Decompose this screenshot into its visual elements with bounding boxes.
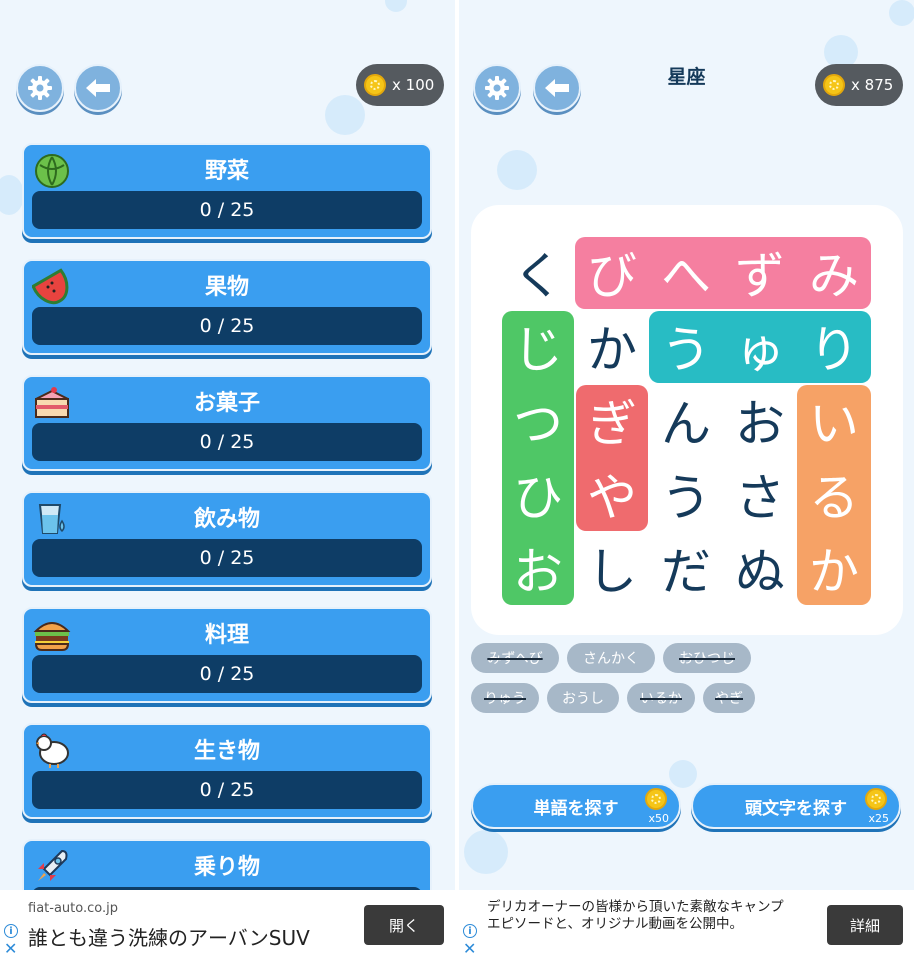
ad-banner-left[interactable]: fiat-auto.co.jp 誰とも違う洗練のアーバンSUV i ✕ 開く — [0, 890, 455, 960]
ad-close-icon[interactable]: ✕ — [4, 939, 17, 958]
find-first-letter-label: 頭文字を探す — [745, 798, 847, 819]
find-word-button[interactable]: 単語を探す x50 — [471, 783, 681, 829]
ad-banner-right[interactable]: デリカオーナーの皆様から頂いた素敵なキャンプエピソードと、オリジナル動画を公開中… — [459, 890, 914, 960]
grid-cell[interactable]: み — [797, 235, 871, 309]
word-chip-found: りゅう — [471, 683, 539, 713]
grid-cell[interactable]: お — [723, 383, 797, 457]
category-progress: 0 / 25 — [32, 539, 422, 577]
grid-cell[interactable]: る — [797, 457, 871, 531]
category-card-dishes[interactable]: 料理 0 / 25 — [22, 607, 432, 703]
category-title: お菓子 — [193, 391, 260, 416]
grid-cell[interactable]: ず — [723, 235, 797, 309]
arrow-left-icon — [86, 79, 110, 97]
background-bubble — [889, 0, 914, 26]
background-bubble — [464, 830, 508, 874]
coin-count: x 100 — [392, 76, 435, 94]
category-card-fruits[interactable]: 果物 0 / 25 — [22, 259, 432, 355]
category-screen: x 100 野菜 0 / 25 果物 0 / 25 お菓子 0 / 25 飲み物… — [0, 0, 455, 890]
category-title: 野菜 — [204, 159, 249, 184]
background-bubble — [669, 760, 697, 788]
coin-icon — [364, 74, 386, 96]
grid-cell[interactable]: じ — [501, 309, 575, 383]
letter-grid[interactable]: く び へ ず み じ か う ゅ り つ ぎ ん お い ひ や う さ る … — [471, 205, 903, 635]
category-title: 生き物 — [193, 739, 260, 764]
ad-info-icon[interactable]: i — [463, 924, 477, 938]
settings-button[interactable] — [16, 64, 64, 112]
word-chip: おうし — [547, 683, 619, 713]
grid-cell[interactable]: ぬ — [723, 531, 797, 605]
word-chip-found: みずへび — [471, 643, 559, 673]
category-progress: 0 / 25 — [32, 655, 422, 693]
ad-text: デリカオーナーの皆様から頂いた素敵なキャンプエピソードと、オリジナル動画を公開中… — [487, 899, 784, 932]
ad-headline: 誰とも違う洗練のアーバンSUV — [28, 926, 310, 950]
background-bubble — [497, 150, 537, 190]
grid-cell[interactable]: つ — [501, 383, 575, 457]
find-word-cost: x50 — [648, 812, 669, 825]
word-chip: さんかく — [567, 643, 655, 673]
grid-cell[interactable]: く — [501, 235, 575, 309]
find-word-label: 単語を探す — [533, 798, 619, 819]
grid-cell[interactable]: ん — [649, 383, 723, 457]
grid-cell[interactable]: り — [797, 309, 871, 383]
coin-counter: x 100 — [356, 64, 445, 106]
grid-cell[interactable]: い — [797, 383, 871, 457]
word-chip-found: いるか — [627, 683, 695, 713]
coin-icon — [823, 74, 845, 96]
coin-icon — [645, 788, 667, 810]
coin-counter: x 875 — [815, 64, 904, 106]
category-card-drinks[interactable]: 飲み物 0 / 25 — [22, 491, 432, 587]
grid-cell[interactable]: し — [575, 531, 649, 605]
category-progress: 0 / 25 — [32, 423, 422, 461]
background-bubble — [325, 95, 365, 135]
category-progress: 0 / 25 — [32, 191, 422, 229]
category-card-sweets[interactable]: お菓子 0 / 25 — [22, 375, 432, 471]
background-bubble — [0, 175, 24, 215]
grid-cell[interactable]: ゅ — [723, 309, 797, 383]
ad-details-button[interactable]: 詳細 — [827, 905, 903, 945]
category-title: 乗り物 — [193, 855, 260, 880]
category-title: 飲み物 — [193, 507, 260, 532]
ad-domain: fiat-auto.co.jp — [28, 901, 118, 916]
find-first-letter-button[interactable]: 頭文字を探す x25 — [691, 783, 901, 829]
grid-cell[interactable]: か — [797, 531, 871, 605]
puzzle-screen: 星座 x 875 く び へ ず み じ か う ゅ り つ ぎ ん お い ひ… — [459, 0, 914, 890]
grid-cell[interactable]: お — [501, 531, 575, 605]
category-card-vehicles[interactable]: 乗り物 — [22, 839, 432, 890]
find-first-letter-cost: x25 — [868, 812, 889, 825]
grid-cell[interactable]: へ — [649, 235, 723, 309]
gear-icon — [28, 76, 52, 100]
category-progress: 0 / 25 — [32, 771, 422, 809]
word-chip-found: おひつじ — [663, 643, 751, 673]
category-progress: 0 / 25 — [32, 307, 422, 345]
category-title: 果物 — [204, 275, 249, 300]
background-bubble — [385, 0, 407, 12]
grid-cell[interactable]: だ — [649, 531, 723, 605]
category-card-vegetables[interactable]: 野菜 0 / 25 — [22, 143, 432, 239]
grid-cell[interactable]: ひ — [501, 457, 575, 531]
category-card-creatures[interactable]: 生き物 0 / 25 — [22, 723, 432, 819]
grid-cell[interactable]: か — [575, 309, 649, 383]
back-button[interactable] — [74, 64, 122, 112]
grid-cell[interactable]: さ — [723, 457, 797, 531]
category-title: 料理 — [204, 623, 249, 648]
grid-cell[interactable]: う — [649, 457, 723, 531]
grid-cell[interactable]: う — [649, 309, 723, 383]
grid-cell[interactable]: ぎ — [575, 383, 649, 457]
ad-close-icon[interactable]: ✕ — [463, 939, 476, 958]
coin-count: x 875 — [851, 76, 894, 94]
coin-icon — [865, 788, 887, 810]
grid-cell[interactable]: や — [575, 457, 649, 531]
grid-cell[interactable]: び — [575, 235, 649, 309]
word-chip-found: やぎ — [703, 683, 755, 713]
ad-open-button[interactable]: 開く — [364, 905, 444, 945]
ad-info-icon[interactable]: i — [4, 924, 18, 938]
